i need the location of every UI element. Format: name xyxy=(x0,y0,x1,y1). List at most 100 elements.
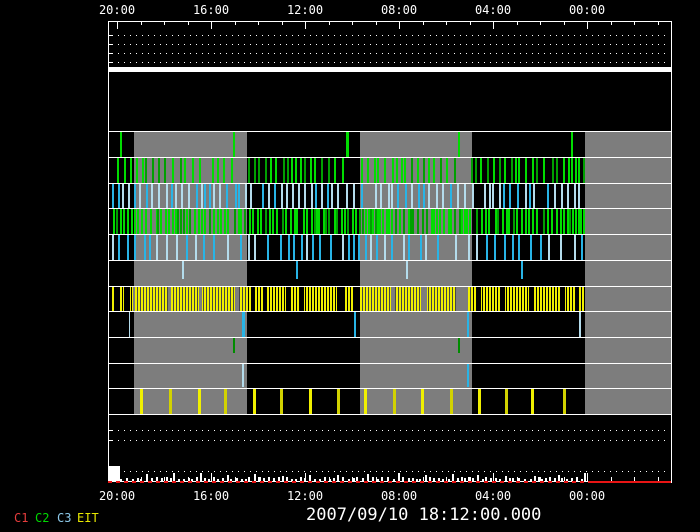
buffer-dotted-gridline xyxy=(112,471,667,472)
event-line xyxy=(454,209,456,234)
event-line xyxy=(543,209,545,234)
event-line xyxy=(295,158,297,183)
event-line xyxy=(262,184,264,208)
event-line xyxy=(472,184,474,208)
event-line xyxy=(240,209,242,234)
event-line xyxy=(292,184,294,208)
major-tick-top xyxy=(587,21,588,29)
event-line xyxy=(405,184,407,208)
event-line xyxy=(227,235,229,260)
event-line xyxy=(433,209,435,234)
major-tick-top xyxy=(117,21,118,29)
event-line xyxy=(150,209,152,234)
x-tick-label-bottom: 00:00 xyxy=(569,489,605,503)
event-line xyxy=(361,184,363,208)
event-line xyxy=(411,184,413,208)
minor-tick-top xyxy=(540,21,541,25)
event-line xyxy=(376,235,378,260)
comb-gap xyxy=(575,287,579,311)
buffer-noise-bar xyxy=(146,474,148,481)
event-line xyxy=(346,184,348,208)
event-line xyxy=(258,158,260,183)
event-line xyxy=(171,184,173,208)
legend-item-c3: C3 xyxy=(57,511,71,525)
plot-right-border xyxy=(671,21,672,483)
event-line xyxy=(291,158,293,183)
event-line xyxy=(268,184,270,208)
event-line xyxy=(198,389,201,414)
event-line xyxy=(406,261,408,279)
event-line xyxy=(454,158,456,183)
event-line xyxy=(168,209,170,234)
major-tick-bottom xyxy=(493,473,494,481)
event-line xyxy=(217,209,219,234)
event-line xyxy=(568,158,570,183)
event-line xyxy=(342,158,344,183)
event-line xyxy=(561,184,563,208)
legend-item-c1: C1 xyxy=(14,511,28,525)
major-tick-bottom xyxy=(211,473,212,481)
event-line xyxy=(112,287,114,311)
event-line xyxy=(249,209,251,234)
event-line xyxy=(281,184,283,208)
event-line xyxy=(575,158,577,183)
row-separator-line xyxy=(108,286,672,287)
event-line xyxy=(384,235,386,260)
buffer-y-tick xyxy=(108,471,113,472)
event-line xyxy=(347,209,349,234)
event-line xyxy=(164,158,166,183)
event-line xyxy=(242,364,244,387)
event-line xyxy=(487,158,489,183)
event-line xyxy=(382,209,384,234)
event-line xyxy=(461,209,463,234)
event-line xyxy=(318,209,320,234)
event-line xyxy=(397,184,399,208)
event-line xyxy=(290,209,292,234)
event-line xyxy=(140,389,143,414)
minor-tick-top xyxy=(188,21,189,25)
event-line xyxy=(209,184,211,208)
event-line xyxy=(515,158,517,183)
row-separator-line xyxy=(108,337,672,338)
event-line xyxy=(450,209,452,234)
buffer-noise-bar xyxy=(584,473,586,481)
event-line xyxy=(226,184,228,208)
event-comb-os3406 xyxy=(120,287,585,311)
tm-y-tick xyxy=(108,35,112,36)
comb-gap xyxy=(337,287,345,311)
event-line xyxy=(458,338,460,353)
x-tick-label-bottom: 12:00 xyxy=(287,489,323,503)
event-line xyxy=(578,158,580,183)
minor-tick-top xyxy=(470,21,471,25)
event-line xyxy=(489,184,491,208)
event-line xyxy=(274,184,276,208)
comb-gap xyxy=(124,287,130,311)
event-line xyxy=(525,209,527,234)
event-line xyxy=(540,235,542,260)
event-line xyxy=(160,209,162,234)
major-tick-top xyxy=(493,21,494,29)
event-line xyxy=(362,209,364,234)
tm-dotted-gridline xyxy=(112,44,667,45)
event-line xyxy=(285,209,287,234)
comb-gap xyxy=(168,287,171,311)
event-line xyxy=(512,235,514,260)
event-line xyxy=(336,209,338,234)
event-line xyxy=(127,235,129,260)
comb-gap xyxy=(529,287,534,311)
event-line xyxy=(525,158,527,183)
event-line xyxy=(525,184,527,208)
event-line xyxy=(543,158,545,183)
event-line xyxy=(468,235,470,260)
event-line xyxy=(458,132,460,157)
row-separator-line xyxy=(108,131,672,132)
comb-gap xyxy=(501,287,505,311)
event-line xyxy=(306,209,308,234)
minor-tick-top xyxy=(235,21,236,25)
event-line xyxy=(354,312,356,337)
event-line xyxy=(328,158,330,183)
event-line xyxy=(234,209,236,234)
event-line xyxy=(532,158,534,183)
x-tick-label-top: 00:00 xyxy=(569,3,605,17)
comb-gap xyxy=(133,287,135,311)
